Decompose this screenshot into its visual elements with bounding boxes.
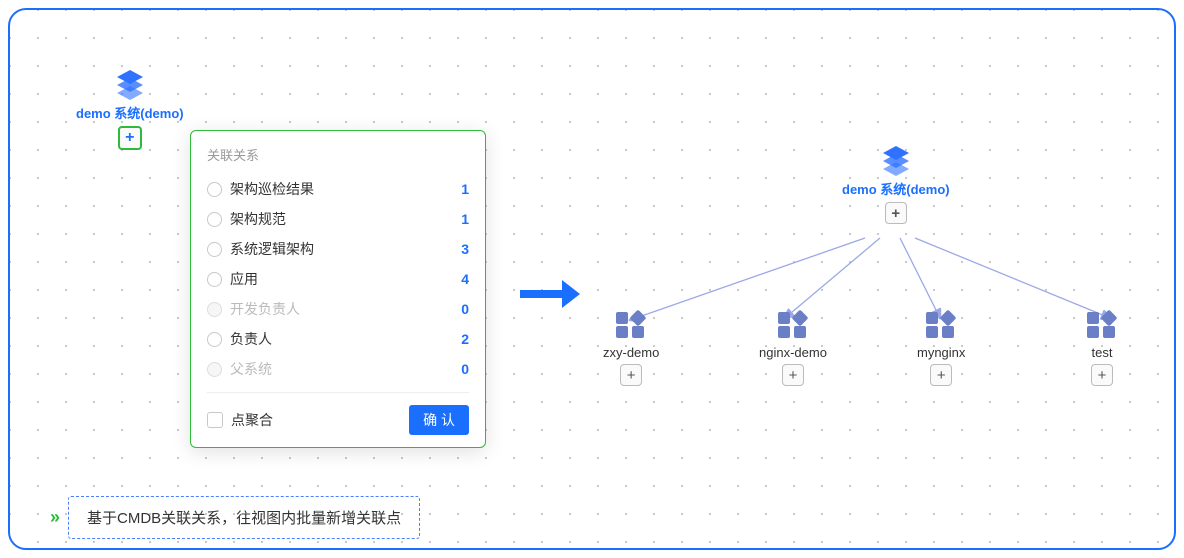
relation-label: 负责人 <box>230 329 272 349</box>
relation-label: 应用 <box>230 269 258 289</box>
relation-option[interactable]: 系统逻辑架构 3 <box>207 234 469 264</box>
radio-icon <box>207 212 222 227</box>
right-root-expand-button[interactable]: + <box>885 202 907 224</box>
child-node-label: test <box>1085 345 1119 360</box>
child-node-label: mynginx <box>917 345 965 360</box>
child-expand-button[interactable]: + <box>620 364 642 386</box>
child-expand-button[interactable]: + <box>1091 364 1113 386</box>
app-icon <box>1085 328 1119 343</box>
relation-count: 1 <box>461 211 469 227</box>
stack-icon <box>113 70 147 103</box>
relation-label: 架构规范 <box>230 209 286 229</box>
relation-label: 系统逻辑架构 <box>230 239 314 259</box>
aggregate-label: 点聚合 <box>231 410 273 430</box>
app-icon <box>614 328 648 343</box>
child-node: test + <box>1085 310 1119 386</box>
relation-count: 3 <box>461 241 469 257</box>
relation-option[interactable]: 架构巡检结果 1 <box>207 174 469 204</box>
right-root-node: demo 系统(demo) + <box>842 146 950 224</box>
popover-title: 关联关系 <box>207 145 469 164</box>
relation-count: 2 <box>461 331 469 347</box>
child-node-label: zxy-demo <box>603 345 659 360</box>
caption-text: 基于CMDB关联关系，往视图内批量新增关联点 <box>68 496 420 539</box>
child-node-label: nginx-demo <box>759 345 827 360</box>
source-node: demo 系统(demo) + <box>76 70 184 150</box>
arrow-right-icon <box>520 280 580 308</box>
source-node-label: demo 系统(demo) <box>76 103 184 122</box>
relation-count: 0 <box>461 361 469 377</box>
relation-label: 开发负责人 <box>230 299 300 319</box>
child-node: nginx-demo + <box>759 310 827 386</box>
child-node: mynginx + <box>917 310 965 386</box>
radio-icon <box>207 362 222 377</box>
relation-option[interactable]: 应用 4 <box>207 264 469 294</box>
confirm-button[interactable]: 确 认 <box>409 405 469 435</box>
child-expand-button[interactable]: + <box>782 364 804 386</box>
relation-label: 架构巡检结果 <box>230 179 314 199</box>
radio-icon <box>207 272 222 287</box>
relation-count: 1 <box>461 181 469 197</box>
radio-icon <box>207 182 222 197</box>
expand-relations-button[interactable]: + <box>118 126 142 150</box>
relations-popover: 关联关系 架构巡检结果 1 架构规范 1 系统逻辑架构 3 应用 4 开发负责人 0 负责人 2 父系统… <box>190 130 486 448</box>
radio-icon <box>207 332 222 347</box>
chevrons-icon: » <box>50 507 54 528</box>
relation-count: 4 <box>461 271 469 287</box>
relation-label: 父系统 <box>230 359 272 379</box>
radio-icon <box>207 302 222 317</box>
aggregate-checkbox[interactable]: 点聚合 <box>207 410 273 430</box>
relation-option: 开发负责人 0 <box>207 294 469 324</box>
relation-count: 0 <box>461 301 469 317</box>
app-icon <box>924 328 958 343</box>
dot-grid-background <box>10 10 1174 548</box>
radio-icon <box>207 242 222 257</box>
child-node: zxy-demo + <box>603 310 659 386</box>
right-root-label: demo 系统(demo) <box>842 179 950 198</box>
divider <box>207 392 469 393</box>
child-expand-button[interactable]: + <box>930 364 952 386</box>
relation-option[interactable]: 负责人 2 <box>207 324 469 354</box>
relation-option: 父系统 0 <box>207 354 469 384</box>
relation-option[interactable]: 架构规范 1 <box>207 204 469 234</box>
app-icon <box>776 328 810 343</box>
stack-icon <box>879 146 913 179</box>
